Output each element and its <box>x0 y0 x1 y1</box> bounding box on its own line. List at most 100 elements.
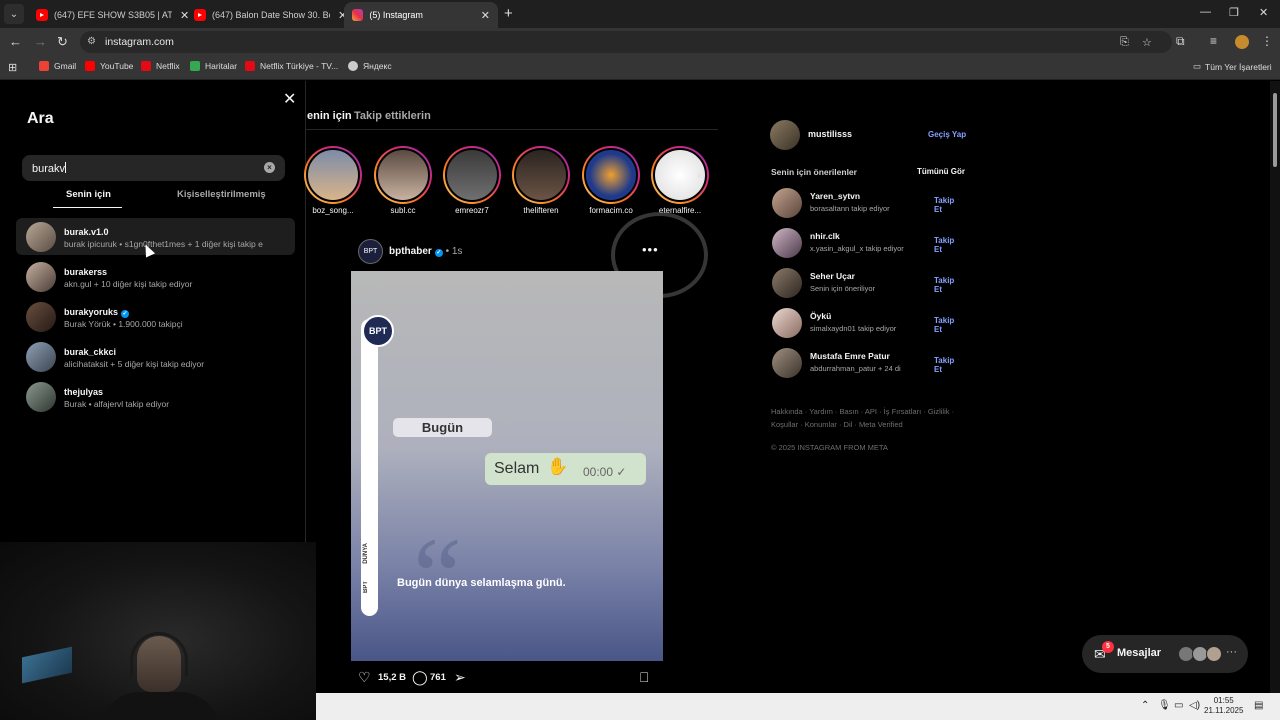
avatar[interactable] <box>772 188 802 218</box>
profile-avatar[interactable] <box>1235 35 1249 49</box>
post-image[interactable]: BPT DÜNYA BPT Bugün Selam ✋ 00:00 ✓ “ Bu… <box>351 271 663 661</box>
current-username[interactable]: mustilisss <box>808 129 852 139</box>
notifications-icon[interactable]: ▤ <box>1254 700 1263 711</box>
story-username: boz_song... <box>312 206 354 215</box>
story-avatar <box>306 148 360 202</box>
suggestion-name[interactable]: Öykü <box>810 311 831 321</box>
install-app-icon[interactable]: ⎘ <box>1120 36 1129 49</box>
like-icon[interactable]: ♡ <box>358 669 371 686</box>
site-info-icon[interactable]: ⚙ <box>87 36 99 48</box>
search-result[interactable]: thejulyas Burak • alfajervl takip ediyor <box>16 378 295 415</box>
close-tab-icon[interactable]: ✕ <box>481 9 490 22</box>
bookmark-netflix[interactable]: Netflix <box>141 61 180 71</box>
tab-search-button[interactable]: ⌄ <box>4 4 24 24</box>
bookmark-label: YouTube <box>100 61 134 71</box>
tab-for-you[interactable]: Senin için <box>66 189 111 200</box>
follow-button[interactable]: Takip Et <box>934 196 962 214</box>
close-icon[interactable]: ✕ <box>283 89 296 109</box>
avatar[interactable] <box>772 268 802 298</box>
stories-next-icon[interactable]: › <box>697 168 701 182</box>
suggestion-subtitle: simalxaydn01 takip ediyor <box>810 324 897 333</box>
see-all-link[interactable]: Tümünü Gör <box>917 167 965 176</box>
messages-button[interactable]: ✉ 5 Mesajlar ··· <box>1082 635 1248 673</box>
suggestion-name[interactable]: Yaren_sytvn <box>810 191 860 201</box>
story-item[interactable]: boz_song... <box>304 146 362 215</box>
maps-icon <box>190 61 200 71</box>
bookmark-youtube[interactable]: YouTube <box>85 61 133 71</box>
avatar[interactable] <box>770 120 800 150</box>
reload-icon[interactable]: ↻ <box>57 34 68 50</box>
save-icon[interactable]: ⎕ <box>640 669 648 686</box>
avatar[interactable]: BPT <box>358 239 383 264</box>
clock[interactable]: 01:55 21.11.2025 <box>1204 696 1243 716</box>
restore-icon[interactable]: ❐ <box>1229 6 1239 19</box>
network-icon[interactable]: ▭ <box>1174 700 1183 711</box>
back-icon[interactable]: ← <box>9 34 22 49</box>
story-item[interactable]: subl.cc <box>374 146 432 215</box>
chevron-up-icon[interactable]: ⌃ <box>1141 700 1149 711</box>
messages-label: Mesajlar <box>1117 647 1162 659</box>
browser-tab-2[interactable]: (647) Balon Date Show 30. Bölü ✕ <box>186 2 355 28</box>
menu-icon[interactable]: ⋮ <box>1261 34 1273 48</box>
follow-button[interactable]: Takip Et <box>934 356 962 374</box>
post-actions: ♡ 15,2 B ◯ 761 ➢ ⎕ <box>358 669 658 687</box>
browser-tab-1[interactable]: (647) EFE SHOW S3B05 | ATİ242 ✕ <box>28 2 197 28</box>
avatar[interactable] <box>772 228 802 258</box>
bookmark-label: Яндекс <box>363 61 392 71</box>
tab-non-personalized[interactable]: Kişiselleştirilmemiş <box>177 189 266 200</box>
bookmark-netflix-tr[interactable]: Netflix Türkiye - TV... <box>245 61 338 71</box>
microphone-icon[interactable]: 🎙 <box>1158 700 1171 711</box>
comment-icon[interactable]: ◯ <box>412 669 428 686</box>
post-author[interactable]: bpthaber ✓ • 1s <box>389 246 462 257</box>
story-item[interactable]: thelifteren <box>512 146 570 215</box>
follow-button[interactable]: Takip Et <box>934 276 962 294</box>
bookmark-maps[interactable]: Haritalar <box>190 61 237 71</box>
volume-icon[interactable]: ◁) <box>1189 700 1200 711</box>
search-input[interactable]: burakv × <box>22 155 285 181</box>
bookmark-yandex[interactable]: Яндекс <box>348 61 392 71</box>
extensions-icon[interactable]: ⧉ <box>1176 34 1185 49</box>
youtube-icon <box>85 61 95 71</box>
avatar <box>26 382 56 412</box>
apps-icon[interactable]: ⊞ <box>8 61 17 74</box>
suggestion-subtitle: x.yasin_akgul_x takip ediyor <box>810 244 904 253</box>
close-window-icon[interactable]: ✕ <box>1259 6 1268 19</box>
bookmark-gmail[interactable]: Gmail <box>39 61 76 71</box>
suggestion-item: Yaren_sytvn borasaltann takip ediyor Tak… <box>772 188 962 218</box>
all-bookmarks-button[interactable]: ▭ Tüm Yer İşaretleri <box>1193 61 1272 72</box>
switch-account-link[interactable]: Geçiş Yap <box>928 130 966 139</box>
suggestion-name[interactable]: Seher Uçar <box>810 271 855 281</box>
all-bookmarks-label: Tüm Yer İşaretleri <box>1205 61 1272 72</box>
verified-badge-icon: ✓ <box>121 310 130 318</box>
search-result[interactable]: burakyoruks ✓ Burak Yörük • 1.900.000 tak… <box>16 298 295 335</box>
media-control-icon[interactable]: ≡ <box>1210 34 1217 48</box>
page-scrollbar[interactable] <box>1270 81 1280 693</box>
search-result[interactable]: burakerss akn.gul + 10 diğer kişi takip … <box>16 258 295 295</box>
search-result[interactable]: burak.v1.0 burak ipicuruk • s1gn0fthet1m… <box>16 218 295 255</box>
url-field[interactable]: ⚙ instagram.com ⎘ ☆ <box>80 31 1172 53</box>
avatar[interactable] <box>772 308 802 338</box>
tab-for-you-feed[interactable]: enin için <box>307 110 352 122</box>
follow-button[interactable]: Takip Et <box>934 316 962 334</box>
forward-icon[interactable]: → <box>34 34 47 49</box>
globe-icon <box>348 61 358 71</box>
tab-title: (647) Balon Date Show 30. Bölü <box>212 10 330 20</box>
suggestion-name[interactable]: nhir.clk <box>810 231 840 241</box>
clear-search-icon[interactable]: × <box>264 162 275 173</box>
avatar[interactable] <box>772 348 802 378</box>
story-item[interactable]: formacim.co <box>582 146 640 215</box>
new-tab-button[interactable]: + <box>504 5 513 22</box>
suggestion-name[interactable]: Mustafa Emre Patur <box>810 351 890 361</box>
follow-button[interactable]: Takip Et <box>934 236 962 254</box>
scrollbar-thumb[interactable] <box>1273 93 1277 167</box>
minimize-icon[interactable]: — <box>1200 6 1211 18</box>
tab-following-feed[interactable]: Takip ettiklerin <box>354 110 431 122</box>
footer-links[interactable]: Hakkında · Yardım · Basın · API · İş Fır… <box>771 405 971 431</box>
search-result[interactable]: burak_ckkci alicihataksit + 5 diğer kişi… <box>16 338 295 375</box>
side-label: DÜNYA <box>363 543 369 564</box>
story-avatar <box>514 148 568 202</box>
share-icon[interactable]: ➢ <box>454 669 466 686</box>
browser-tab-3[interactable]: (5) Instagram ✕ <box>344 2 498 28</box>
bookmark-star-icon[interactable]: ☆ <box>1142 36 1152 49</box>
story-item[interactable]: emreozr7 <box>443 146 501 215</box>
